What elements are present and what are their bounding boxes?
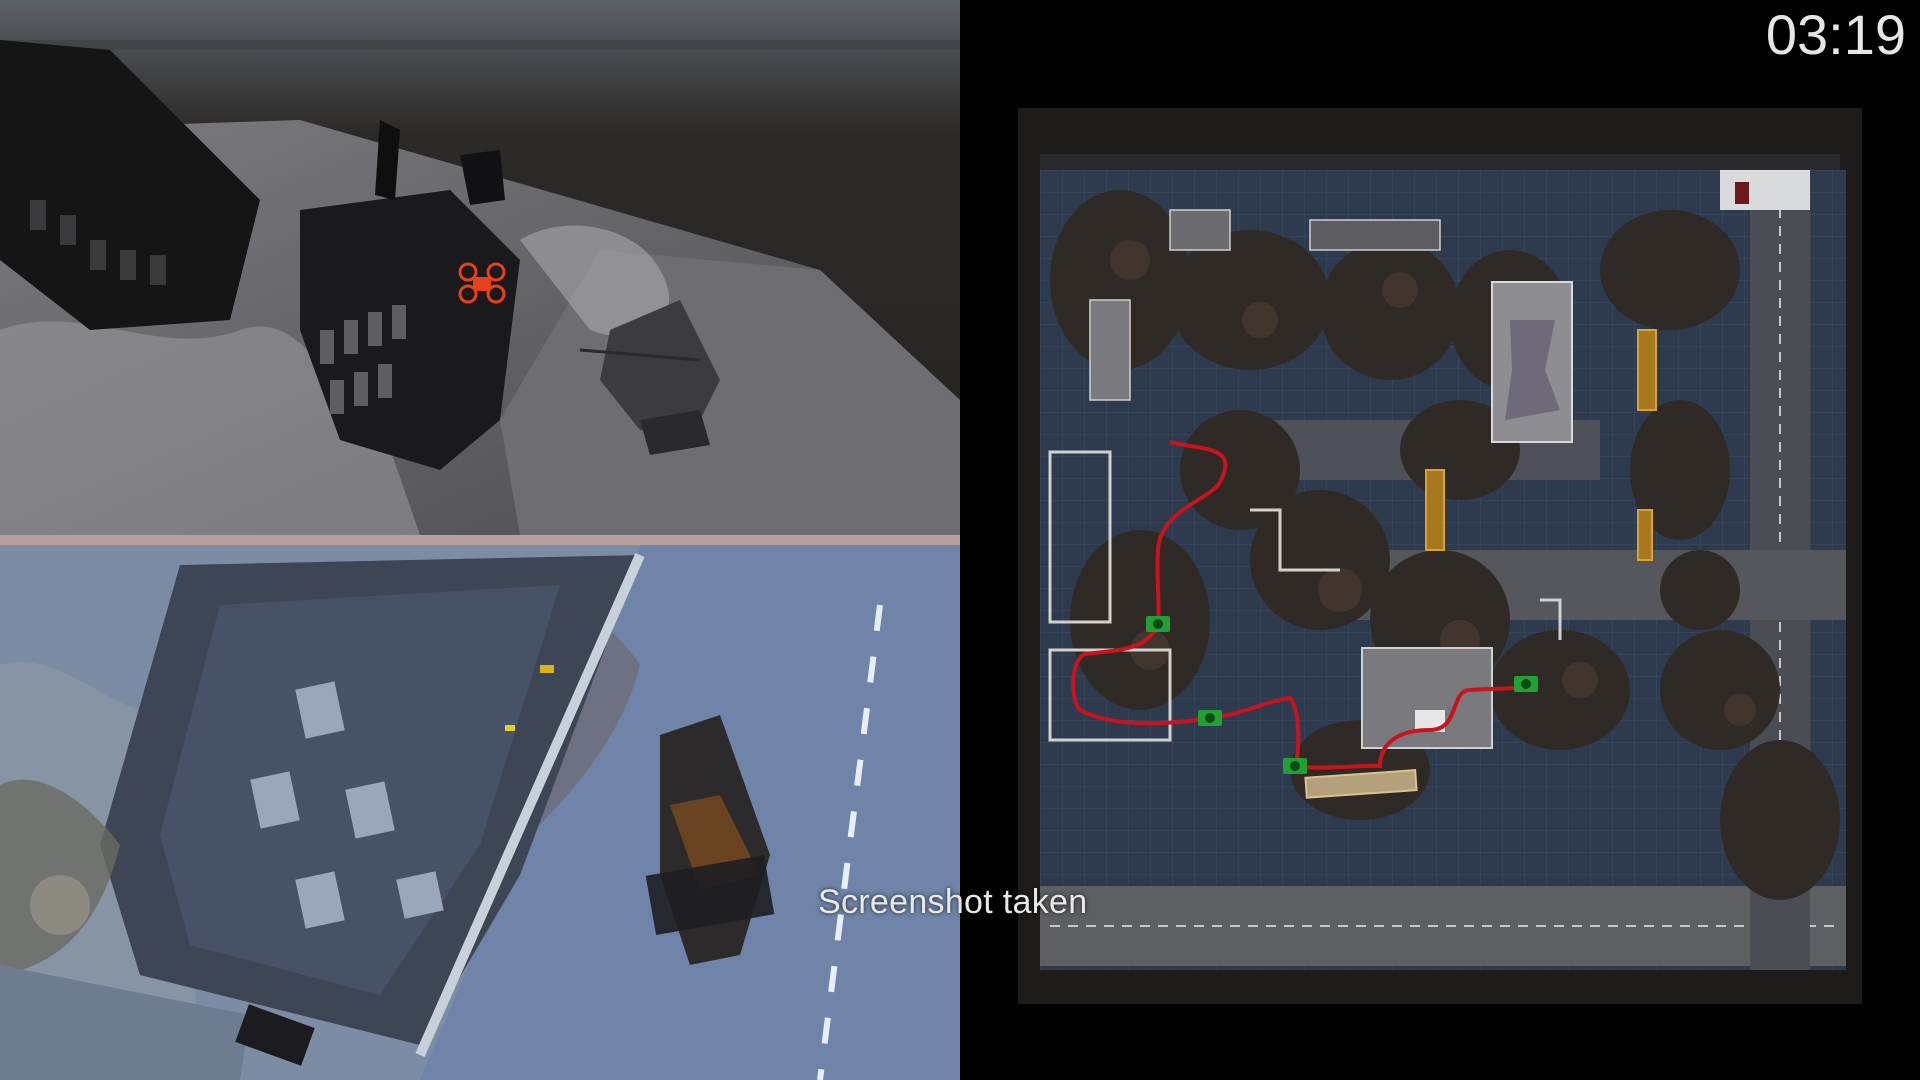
overhead-scene (0, 545, 960, 1080)
mission-timer: 03:19 (1765, 3, 1906, 66)
overhead-camera-view (0, 545, 960, 1080)
view-divider (0, 535, 960, 545)
map-building (1361, 647, 1493, 749)
minimap (1040, 170, 1846, 970)
screenshot-toast: Screenshot taken (818, 883, 1088, 921)
camera-icon (1283, 758, 1307, 774)
camera-icon (1198, 710, 1222, 726)
drone-camera-view (0, 0, 960, 535)
camera-icon (1146, 616, 1170, 632)
drone-scene (0, 0, 960, 535)
camera-icon (1514, 676, 1538, 692)
